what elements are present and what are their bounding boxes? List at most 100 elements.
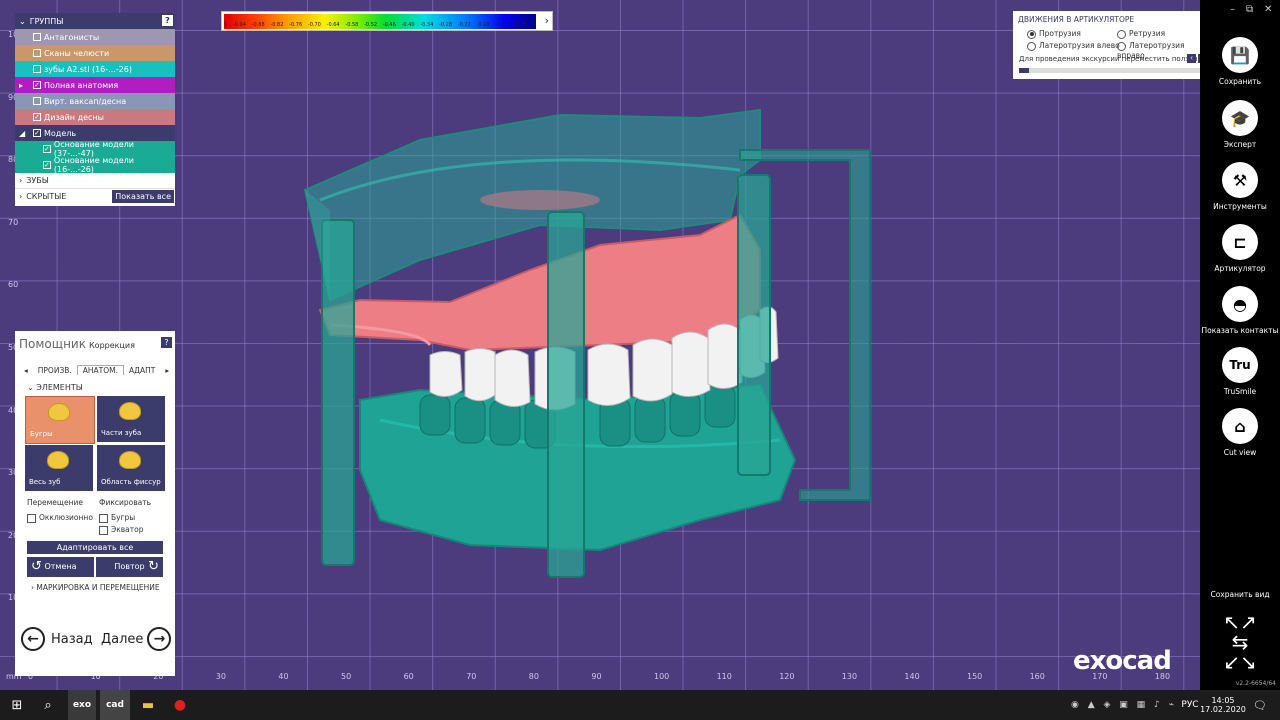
close-icon[interactable]: ✕ bbox=[1264, 4, 1272, 15]
help-button[interactable]: ? bbox=[161, 337, 172, 348]
checkbox[interactable]: ✓ bbox=[43, 161, 51, 169]
color-scale-tick: -0.06 bbox=[514, 22, 527, 28]
retrusion-radio[interactable]: Ретрузия bbox=[1117, 29, 1165, 39]
help-button[interactable]: ? bbox=[162, 15, 173, 26]
color-scale-tick: -0.40 bbox=[401, 22, 415, 28]
checkbox[interactable] bbox=[33, 65, 41, 73]
checkbox[interactable]: ✓ bbox=[33, 113, 41, 121]
minimize-icon[interactable]: – bbox=[1230, 4, 1235, 15]
marking-section[interactable]: › МАРКИРОВКА И ПЕРЕМЕЩЕНИЕ bbox=[31, 583, 160, 592]
group-item-label: Основание модели (16-...-26) bbox=[53, 156, 134, 174]
chevron-left-icon[interactable]: ◂ bbox=[19, 366, 33, 375]
version-label: v2.2-6654/64 bbox=[1235, 680, 1276, 687]
group-item[interactable]: Сканы челюсти bbox=[15, 45, 175, 61]
group-item[interactable]: ✓ Дизайн десны bbox=[15, 109, 175, 125]
group-item-label: зубы A2.stl (16-...-26) bbox=[44, 64, 132, 74]
checkbox[interactable] bbox=[33, 97, 41, 105]
checkbox[interactable] bbox=[33, 33, 41, 41]
group-item[interactable]: ✓ Основание модели (16-...-26) bbox=[15, 156, 175, 174]
tile-cusps[interactable]: Бугры bbox=[25, 396, 95, 444]
taskbar-app-exo[interactable]: exo bbox=[68, 690, 96, 720]
exocad-logo: exocad bbox=[1073, 646, 1172, 676]
tab-adapt[interactable]: АДАПТ bbox=[124, 366, 160, 375]
language-indicator[interactable]: РУС bbox=[1178, 690, 1202, 720]
deviation-color-scale[interactable]: 1 -0.94 -0.88 -0.82 -0.76 -0.70 -0.64 -0.58 -0.5… bbox=[221, 11, 553, 31]
chevron-down-icon[interactable]: ◢ bbox=[19, 129, 25, 138]
undo-button[interactable]: ↺ Отмена bbox=[27, 557, 94, 577]
occlusal-checkbox[interactable]: Окклюзионно bbox=[27, 513, 93, 523]
back-button[interactable]: ← Назад bbox=[21, 627, 93, 651]
slider-handle[interactable] bbox=[1019, 68, 1029, 73]
chevron-left-icon[interactable]: ‹ bbox=[1187, 54, 1196, 63]
cusps-checkbox[interactable]: Бугры bbox=[99, 513, 135, 523]
cut-view-button[interactable]: ⌂ Cut view bbox=[1200, 408, 1280, 457]
graduation-cap-icon: 🎓 bbox=[1222, 100, 1258, 136]
restore-icon[interactable]: ⧉ bbox=[1246, 4, 1253, 15]
articulator-button[interactable]: ⊏ Артикулятор bbox=[1200, 224, 1280, 273]
3d-viewport[interactable]: mm 0 10 20 30 40 50 60 70 80 90 100 110 120 130 140 150 1… bbox=[0, 0, 1200, 690]
next-button[interactable]: Далее → bbox=[101, 627, 172, 651]
view-arrows-horizontal-icon[interactable]: ⇆ bbox=[1200, 632, 1280, 652]
group-item[interactable]: Антагонисты bbox=[15, 29, 175, 45]
excursion-slider[interactable] bbox=[1019, 68, 1203, 73]
folder-icon[interactable]: ▬ bbox=[134, 690, 162, 720]
notifications-icon[interactable]: 🗨 bbox=[1250, 690, 1270, 720]
show-contacts-button[interactable]: ◓ Показать контакты bbox=[1200, 286, 1280, 335]
trusmile-button[interactable]: Tru TruSmile bbox=[1200, 347, 1280, 396]
view-arrows[interactable]: ↖↗ ⇆ ↙↘ bbox=[1200, 612, 1280, 672]
teeth-group[interactable]: › ЗУБЫ bbox=[15, 173, 175, 188]
helper-tabs: ◂ ПРОИЗВ. АНАТОМ. АДАПТ ▸ bbox=[19, 363, 171, 377]
group-item[interactable]: Вирт. ваксап/десна bbox=[15, 93, 175, 109]
record-icon[interactable]: ● bbox=[166, 690, 194, 720]
group-item[interactable]: ◢ ✓ Модель bbox=[15, 125, 175, 141]
search-icon[interactable]: ⌕ bbox=[34, 690, 62, 720]
system-tray-icons[interactable]: ◉ ▲ ◈ ▣ ▦ ♪ ⌁ bbox=[1064, 690, 1184, 720]
tile-tooth-parts[interactable]: Части зуба bbox=[97, 396, 165, 442]
tab-anatomy[interactable]: АНАТОМ. bbox=[76, 365, 125, 375]
tools-label: Инструменты bbox=[1213, 202, 1267, 211]
view-arrows-down-icon[interactable]: ↙↘ bbox=[1200, 652, 1280, 672]
chevron-right-icon[interactable]: ▸ bbox=[160, 366, 174, 375]
checkbox[interactable]: ✓ bbox=[33, 129, 41, 137]
tab-production[interactable]: ПРОИЗВ. bbox=[33, 366, 77, 375]
equator-checkbox[interactable]: Экватор bbox=[99, 525, 144, 535]
taskbar-app-cad[interactable]: cad bbox=[100, 690, 130, 720]
hidden-group[interactable]: › СКРЫТЫЕ Показать все bbox=[15, 188, 175, 204]
show-all-button[interactable]: Показать все bbox=[112, 190, 174, 203]
color-scale-tick: -0.22 bbox=[457, 22, 471, 28]
right-toolbar: – ⧉ ✕ 💾 Сохранить 🎓 Эксперт ⚒ Инструмент… bbox=[1200, 0, 1280, 690]
clock[interactable]: 14:05 17.02.2020 bbox=[1200, 690, 1246, 720]
save-button[interactable]: 💾 Сохранить bbox=[1200, 37, 1280, 86]
elements-section[interactable]: ⌄ ЭЛЕМЕНТЫ bbox=[27, 383, 83, 392]
group-item[interactable]: ✓ Основание модели (37-...-47) bbox=[15, 140, 175, 158]
group-item-label: Полная анатомия bbox=[44, 80, 119, 90]
checkbox[interactable]: ✓ bbox=[33, 81, 41, 89]
tile-whole-tooth[interactable]: Весь зуб bbox=[25, 445, 93, 491]
tools-icon: ⚒ bbox=[1222, 162, 1258, 198]
expert-button[interactable]: 🎓 Эксперт bbox=[1200, 100, 1280, 149]
dental-model-3d[interactable] bbox=[0, 0, 1200, 690]
checkbox[interactable]: ✓ bbox=[43, 145, 51, 153]
color-scale-tick: 1 bbox=[224, 22, 228, 28]
group-item[interactable]: зубы A2.stl (16-...-26) bbox=[15, 61, 175, 77]
redo-button[interactable]: Повтор ↻ bbox=[96, 557, 163, 577]
adapt-all-button[interactable]: Адаптировать все bbox=[27, 541, 163, 554]
tile-fissure-area[interactable]: Область фиссур bbox=[97, 445, 165, 491]
chevron-right-icon[interactable]: › bbox=[545, 14, 549, 27]
groups-header[interactable]: ⌄ ГРУППЫ ? bbox=[15, 13, 175, 29]
tile-label: Область фиссур bbox=[101, 478, 161, 486]
color-scale-tick: -0.70 bbox=[307, 22, 321, 28]
chevron-right-icon[interactable]: ▸ bbox=[19, 81, 23, 90]
windows-start-icon[interactable]: ⊞ bbox=[0, 690, 34, 720]
time: 14:05 bbox=[1211, 696, 1235, 705]
color-scale-tick: -0.52 bbox=[364, 22, 378, 28]
group-item[interactable]: ▸ ✓ Полная анатомия bbox=[15, 77, 175, 93]
protrusion-radio[interactable]: Протрузия bbox=[1027, 29, 1081, 39]
lat-left-radio[interactable]: Латеротрузия влево bbox=[1027, 41, 1120, 51]
arrow-right-icon: → bbox=[147, 627, 172, 651]
checkbox[interactable] bbox=[33, 49, 41, 57]
color-scale-tick: -0.12 bbox=[495, 22, 509, 28]
view-arrows-up-icon[interactable]: ↖↗ bbox=[1200, 612, 1280, 632]
articulator-panel: ДВИЖЕНИЯ В АРТИКУЛЯТОРЕ Протрузия Ретруз… bbox=[1013, 11, 1210, 79]
tools-button[interactable]: ⚒ Инструменты bbox=[1200, 162, 1280, 211]
